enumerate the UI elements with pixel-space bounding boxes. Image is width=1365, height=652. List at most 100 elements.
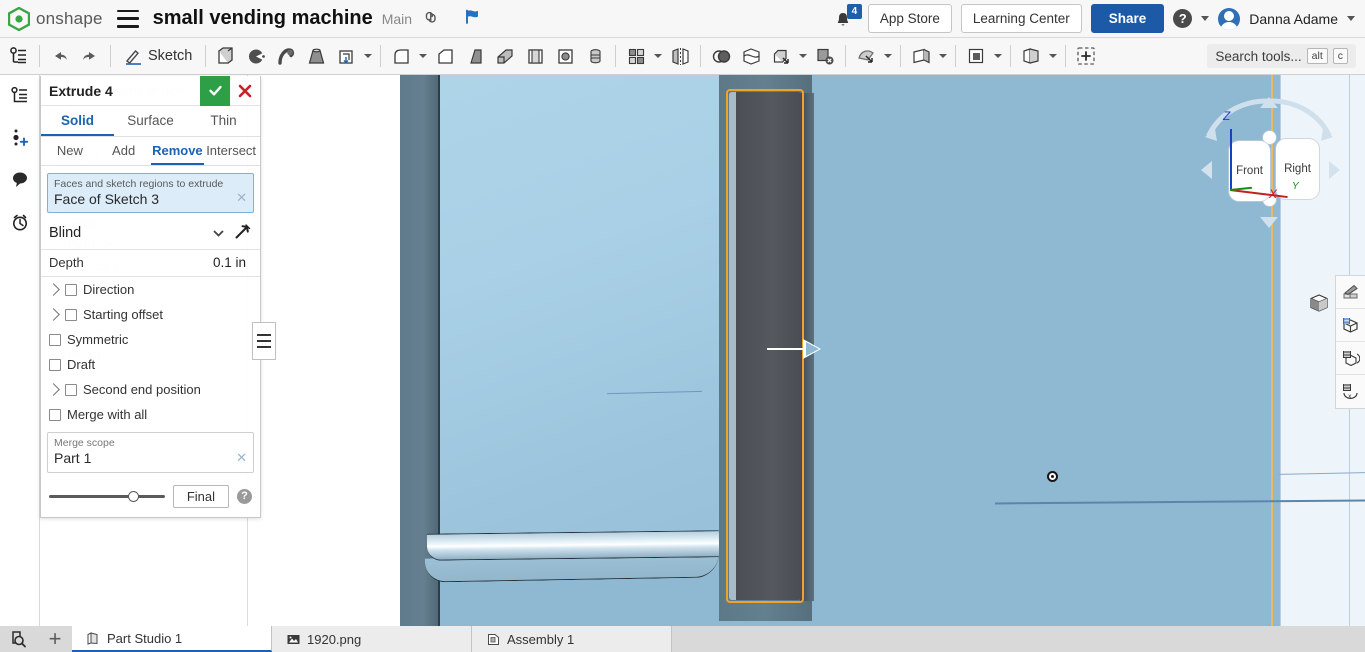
undo-icon[interactable]	[45, 41, 75, 71]
accept-button[interactable]	[200, 76, 230, 106]
explode-view-icon[interactable]	[1336, 342, 1365, 375]
option-draft[interactable]: Draft	[41, 352, 260, 377]
final-button[interactable]: Final	[173, 485, 229, 508]
section-view-icon[interactable]	[1336, 309, 1365, 342]
draft-icon[interactable]	[460, 41, 490, 71]
derive-chevron-down-icon[interactable]	[1046, 54, 1060, 58]
starting-offset-checkbox[interactable]	[65, 309, 77, 321]
chevron-right-icon[interactable]	[47, 383, 60, 396]
user-chevron-down-icon[interactable]	[1347, 16, 1355, 21]
option-starting-offset[interactable]: Starting offset	[41, 302, 260, 327]
slider-knob[interactable]	[128, 491, 139, 502]
clear-selection-icon[interactable]: ✕	[236, 190, 247, 206]
solid-tools-chevron-down-icon[interactable]	[361, 54, 375, 58]
add-tab-icon[interactable]: +	[38, 626, 72, 652]
tab-intersect[interactable]: Intersect	[204, 137, 258, 165]
tab-1920-png[interactable]: 1920.png	[272, 626, 472, 652]
chamfer-icon[interactable]	[430, 41, 460, 71]
tab-part-studio-1[interactable]: Part Studio 1	[72, 626, 272, 652]
hole-icon[interactable]	[550, 41, 580, 71]
split-icon[interactable]	[736, 41, 766, 71]
symmetric-checkbox[interactable]	[49, 334, 61, 346]
end-condition-row[interactable]: Blind	[41, 217, 260, 250]
transform-chevron-down-icon[interactable]	[796, 54, 810, 58]
sketch-button[interactable]: Sketch	[116, 42, 200, 70]
draft-checkbox[interactable]	[49, 359, 61, 371]
view-cube[interactable]: Front Right Z X Y	[1189, 89, 1349, 239]
thicken-icon[interactable]	[331, 41, 361, 71]
share-button[interactable]: Share	[1091, 4, 1165, 33]
thread-icon[interactable]	[580, 41, 610, 71]
3d-viewport[interactable]: Front Right Z X Y	[389, 75, 1365, 626]
notifications-button[interactable]: 4	[833, 6, 859, 32]
loft-icon[interactable]	[301, 41, 331, 71]
flip-direction-icon[interactable]	[234, 222, 252, 243]
view-cube-right-arrow[interactable]	[1329, 161, 1340, 179]
add-feature-icon[interactable]	[7, 125, 33, 151]
pattern-chevron-down-icon[interactable]	[651, 54, 665, 58]
revolve-icon[interactable]	[241, 41, 271, 71]
sweep-icon[interactable]	[271, 41, 301, 71]
help-chevron-down-icon[interactable]	[1201, 16, 1209, 21]
avatar[interactable]	[1218, 8, 1240, 30]
learning-center-button[interactable]: Learning Center	[961, 4, 1082, 33]
help-icon[interactable]: ?	[237, 489, 252, 504]
insert-icon[interactable]	[1071, 41, 1101, 71]
panel-resize-handle[interactable]	[252, 322, 276, 360]
feature-tree-icon[interactable]	[7, 83, 33, 109]
feature-list-icon[interactable]	[4, 41, 34, 71]
cancel-button[interactable]	[230, 76, 260, 106]
option-direction[interactable]: Direction	[41, 277, 260, 302]
tab-assembly-1[interactable]: Assembly 1	[472, 626, 672, 652]
help-icon[interactable]: ?	[1173, 9, 1192, 28]
delete-face-icon[interactable]	[810, 41, 840, 71]
fillet-chevron-down-icon[interactable]	[416, 54, 430, 58]
link-icon[interactable]	[419, 5, 447, 33]
derive-icon[interactable]	[1016, 41, 1046, 71]
move-face-icon[interactable]	[851, 41, 881, 71]
app-store-button[interactable]: App Store	[868, 4, 952, 33]
extrude-icon[interactable]	[211, 41, 241, 71]
chevron-right-icon[interactable]	[47, 283, 60, 296]
preview-quality-slider[interactable]	[49, 490, 165, 504]
appearance-icon[interactable]	[1336, 276, 1365, 309]
shell-icon[interactable]	[520, 41, 550, 71]
second-end-position-checkbox[interactable]	[65, 384, 77, 396]
origin-point-marker[interactable]	[1047, 471, 1058, 482]
plane-chevron-down-icon[interactable]	[936, 54, 950, 58]
extrude-direction-arrow[interactable]	[767, 339, 821, 359]
option-merge-with-all[interactable]: Merge with all	[41, 402, 260, 427]
view-cube-down-arrow[interactable]	[1260, 217, 1278, 228]
flag-icon[interactable]	[463, 7, 482, 31]
comments-icon[interactable]	[7, 167, 33, 193]
sketch-plane-chevron-down-icon[interactable]	[991, 54, 1005, 58]
tab-thin[interactable]: Thin	[187, 106, 260, 136]
onshape-logo[interactable]: onshape	[0, 7, 103, 31]
mirror-icon[interactable]	[665, 41, 695, 71]
pattern-icon[interactable]	[621, 41, 651, 71]
option-second-end-position[interactable]: Second end position	[41, 377, 260, 402]
tab-new[interactable]: New	[43, 137, 97, 165]
sketch-plane-icon[interactable]	[961, 41, 991, 71]
search-document-icon[interactable]	[0, 626, 38, 652]
chevron-down-icon[interactable]	[213, 225, 224, 240]
direction-checkbox[interactable]	[65, 284, 77, 296]
merge-scope-field[interactable]: Merge scope Part 1 ✕	[47, 432, 254, 473]
faces-selection-field[interactable]: Faces and sketch regions to extrude Face…	[47, 173, 254, 213]
transform-icon[interactable]	[766, 41, 796, 71]
tab-add[interactable]: Add	[97, 137, 151, 165]
clear-scope-icon[interactable]: ✕	[236, 450, 247, 466]
move-face-chevron-down-icon[interactable]	[881, 54, 895, 58]
merge-with-all-checkbox[interactable]	[49, 409, 61, 421]
plane-icon[interactable]	[906, 41, 936, 71]
boolean-icon[interactable]	[706, 41, 736, 71]
rib-icon[interactable]	[490, 41, 520, 71]
redo-icon[interactable]	[75, 41, 105, 71]
measure-icon[interactable]: x	[1336, 375, 1365, 408]
hamburger-menu-icon[interactable]	[117, 10, 139, 28]
depth-field[interactable]: Depth 0.1 in	[41, 250, 260, 277]
tab-remove[interactable]: Remove	[151, 137, 205, 165]
history-icon[interactable]	[7, 209, 33, 235]
view-cube-left-arrow[interactable]	[1201, 161, 1212, 179]
option-symmetric[interactable]: Symmetric	[41, 327, 260, 352]
